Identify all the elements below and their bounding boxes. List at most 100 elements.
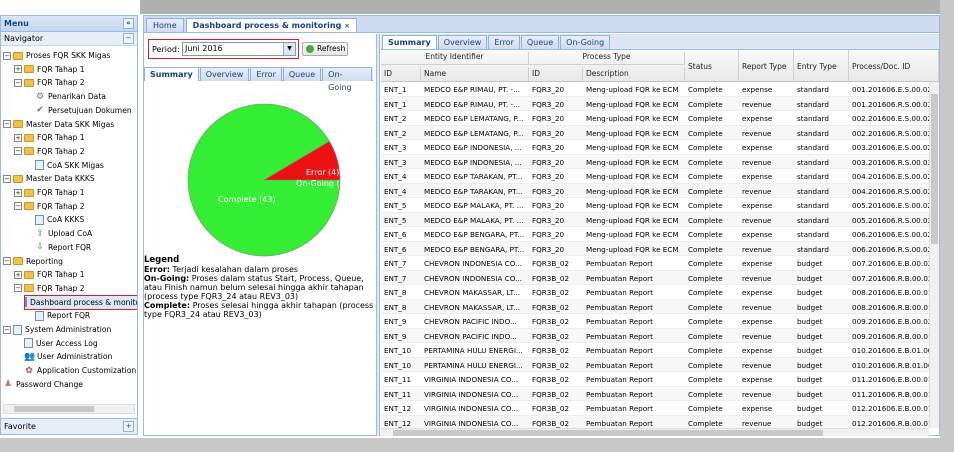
right-tab-ongoing[interactable]: On-Going — [560, 35, 611, 49]
table-row[interactable]: ENT_5 MEDCO E&P MALAKA, PT. ... FQR3_20 Men… — [381, 212, 929, 227]
folder-icon — [13, 257, 23, 265]
tree-item[interactable]: ✿ Application Customization — [14, 364, 136, 377]
grid-horizontal-scrollbar[interactable] — [381, 428, 929, 436]
tree-item[interactable]: 👥 User Administration — [14, 350, 112, 363]
table-row[interactable]: ENT_3 MEDCO E&P INDONESIA, ... FQR3_20 Meng… — [381, 140, 929, 155]
table-row[interactable]: ENT_4 MEDCO E&P TARAKAN, PT... FQR3_20 Meng… — [381, 169, 929, 184]
col-header-process-id[interactable]: ID — [529, 67, 583, 82]
table-row[interactable]: ENT_12 VIRGINIA INDONESIA CO... FQR3B_02 Pe… — [381, 401, 929, 416]
tree-item[interactable]: − Reporting — [3, 255, 63, 268]
tree-toggle-icon[interactable]: − — [14, 78, 22, 87]
tree-toggle-icon[interactable]: − — [3, 120, 11, 128]
col-header-entry-type[interactable]: Entry Type — [794, 50, 849, 82]
tree-toggle-icon[interactable]: − — [3, 325, 11, 334]
gear-icon: ⚙ — [35, 91, 45, 102]
tree-item[interactable]: Dashboard process & monitoring — [24, 294, 137, 310]
col-header-status[interactable]: Status — [685, 50, 739, 82]
table-row[interactable]: ENT_6 MEDCO E&P BENGARA, PT... FQR3_20 Meng… — [381, 241, 929, 256]
table-row[interactable]: ENT_11 VIRGINIA INDONESIA CO... FQR3B_02 Pe… — [381, 386, 929, 401]
table-row[interactable]: ENT_10 PERTAMINA HULU ENERGI... FQR3B_02 Pe… — [381, 343, 929, 358]
left-tab-queue[interactable]: Queue — [282, 67, 322, 81]
grid-vertical-scrollbar[interactable] — [929, 82, 939, 428]
tree-item[interactable]: + FQR Tahap 1 — [14, 186, 85, 199]
tree-item[interactable]: ♟ Password Change — [3, 378, 83, 391]
tree-toggle-icon[interactable]: + — [14, 133, 22, 142]
chevron-down-icon[interactable]: ▼ — [283, 43, 295, 55]
tree-toggle-icon[interactable]: − — [3, 174, 11, 183]
right-tab-overview[interactable]: Overview — [437, 35, 488, 49]
left-tab-ongoing[interactable]: On-Going — [322, 67, 372, 92]
tree-item[interactable]: + FQR Tahap 1 — [14, 131, 85, 144]
close-tab-icon[interactable]: × — [344, 22, 350, 30]
tree-item[interactable]: Report FQR — [25, 309, 90, 322]
tree-item[interactable]: CoA SKK Migas — [25, 159, 104, 172]
col-header-report-type[interactable]: Report Type — [739, 50, 794, 82]
table-row[interactable]: ENT_11 VIRGINIA INDONESIA CO... FQR3B_02 Pe… — [381, 372, 929, 387]
table-row[interactable]: ENT_4 MEDCO E&P TARAKAN, PT... FQR3_20 Meng… — [381, 183, 929, 198]
tree-toggle-icon[interactable]: + — [14, 270, 22, 279]
left-tab-summary[interactable]: Summary — [144, 67, 199, 81]
col-header-id[interactable]: ID — [381, 67, 421, 82]
tree-item[interactable]: − FQR Tahap 2 — [14, 200, 85, 213]
table-row[interactable]: ENT_9 CHEVRON PACIFIC INDO... FQR3B_02 Pemb… — [381, 328, 929, 343]
table-row[interactable]: ENT_6 MEDCO E&P BENGARA, PT... FQR3_20 Meng… — [381, 227, 929, 242]
tree-toggle-icon[interactable]: − — [3, 257, 11, 265]
tree-toggle-icon[interactable]: + — [14, 188, 22, 197]
tree-item[interactable]: User Access Log — [14, 337, 98, 350]
collapse-menu-button[interactable]: « — [123, 18, 134, 29]
tree-item[interactable]: − FQR Tahap 2 — [14, 76, 85, 89]
tree-toggle-icon[interactable]: − — [14, 147, 22, 156]
collapse-navigator-button[interactable]: − — [123, 33, 134, 44]
folder-icon — [13, 120, 23, 128]
tree-toggle-icon[interactable]: − — [3, 51, 11, 60]
add-favorite-button[interactable]: + — [123, 421, 134, 432]
table-row[interactable]: ENT_8 CHEVRON MAKASSAR, LT... FQR3B_02 Pemb… — [381, 299, 929, 314]
tree-toggle-icon[interactable]: − — [14, 284, 22, 293]
tree-item[interactable]: ✔ Persetujuan Dokumen — [25, 104, 131, 117]
table-row[interactable]: ENT_7 CHEVRON INDONESIA CO... FQR3B_02 Pemb… — [381, 256, 929, 271]
table-row[interactable]: ENT_7 CHEVRON INDONESIA CO... FQR3B_02 Pemb… — [381, 270, 929, 285]
left-tab-overview[interactable]: Overview — [199, 67, 250, 81]
tree-item[interactable]: − FQR Tahap 2 — [14, 282, 85, 295]
table-cell: budget — [797, 404, 823, 413]
tree-item[interactable]: − Master Data KKKS — [3, 172, 95, 185]
tree-toggle-icon[interactable]: − — [14, 202, 22, 211]
table-row[interactable]: ENT_2 MEDCO E&P LEMATANG, P... FQR3_20 Meng… — [381, 125, 929, 140]
table-row[interactable]: ENT_10 PERTAMINA HULU ENERGI... FQR3B_02 Pe… — [381, 357, 929, 372]
col-header-description[interactable]: Description — [583, 67, 685, 82]
tree-item[interactable]: − System Administration — [3, 323, 111, 336]
tree-item[interactable]: ⇩ Report FQR — [25, 241, 91, 254]
table-row[interactable]: ENT_9 CHEVRON PACIFIC INDO... FQR3B_02 Pemb… — [381, 314, 929, 329]
right-tab-summary[interactable]: Summary — [382, 35, 437, 49]
tree-item[interactable]: ⚙ Penarikan Data — [25, 90, 106, 103]
table-row[interactable]: ENT_5 MEDCO E&P MALAKA, PT. ... FQR3_20 Men… — [381, 198, 929, 213]
table-row[interactable]: ENT_3 MEDCO E&P INDONESIA, ... FQR3_20 Meng… — [381, 154, 929, 169]
table-row[interactable]: ENT_1 MEDCO E&P RIMAU, PT. -... FQR3_20 Men… — [381, 82, 929, 97]
grid-hscroll-thumb[interactable] — [393, 430, 823, 436]
table-row[interactable]: ENT_12 VIRGINIA INDONESIA CO... FQR3B_02 Pe… — [381, 415, 929, 428]
tree-item[interactable]: − Master Data SKK Migas — [3, 118, 114, 131]
col-header-process-doc-id[interactable]: Process/Doc. ID — [849, 50, 939, 82]
tree-scroll-thumb[interactable] — [14, 406, 94, 412]
tab-dashboard[interactable]: Dashboard process & monitoring × — [185, 18, 357, 32]
table-row[interactable]: ENT_8 CHEVRON MAKASSAR, LT... FQR3B_02 Pemb… — [381, 285, 929, 300]
right-tab-queue[interactable]: Queue — [520, 35, 560, 49]
table-row[interactable]: ENT_2 MEDCO E&P LEMATANG, P... FQR3_20 Meng… — [381, 111, 929, 126]
left-tab-error[interactable]: Error — [250, 67, 282, 81]
period-select[interactable]: Juni 2016 ▼ — [182, 42, 296, 56]
table-row[interactable]: ENT_1 MEDCO E&P RIMAU, PT. -... FQR3_20 Men… — [381, 96, 929, 111]
tree-horizontal-scrollbar[interactable] — [3, 404, 135, 414]
tree-item[interactable]: CoA KKKS — [25, 213, 84, 226]
tree-item[interactable]: − FQR Tahap 2 — [14, 145, 85, 158]
tree-toggle-icon[interactable]: + — [14, 65, 22, 74]
right-tab-error[interactable]: Error — [488, 35, 520, 49]
col-header-name[interactable]: Name — [421, 67, 529, 82]
split-handle[interactable] — [376, 34, 380, 436]
tree-item[interactable]: − Proses FQR SKK Migas — [3, 49, 110, 62]
grid-vscroll-thumb[interactable] — [931, 94, 938, 244]
tab-home[interactable]: Home — [146, 18, 184, 32]
tree-item[interactable]: + FQR Tahap 1 — [14, 268, 85, 281]
refresh-button[interactable]: Refresh — [302, 42, 348, 56]
tree-item[interactable]: ⇧ Upload CoA — [25, 227, 92, 240]
tree-item[interactable]: + FQR Tahap 1 — [14, 63, 85, 76]
